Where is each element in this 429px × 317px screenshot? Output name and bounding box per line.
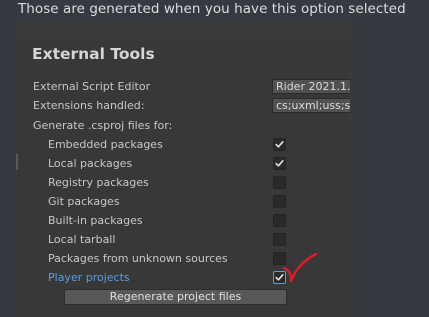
message-caption: Those are generated when you have this o… (18, 1, 406, 17)
checkbox-local-tarball[interactable] (273, 233, 286, 246)
checkbox-local-packages[interactable] (273, 157, 286, 170)
script-editor-dropdown[interactable]: Rider 2021.1.2 (272, 79, 350, 94)
section-title: External Tools (32, 45, 155, 63)
extensions-label: Extensions handled: (33, 99, 145, 112)
option-label-unknown-sources: Packages from unknown sources (48, 252, 228, 265)
regenerate-project-files-button[interactable]: Regenerate project files (64, 289, 287, 305)
checkbox-registry-packages[interactable] (273, 176, 286, 189)
red-arrow-annotation-icon (282, 252, 318, 283)
option-label-registry-packages: Registry packages (48, 176, 149, 189)
option-label-embedded-packages: Embedded packages (48, 138, 163, 151)
checkbox-git-packages[interactable] (273, 195, 286, 208)
option-label-git-packages: Git packages (48, 195, 120, 208)
panel-top-strip (18, 22, 350, 41)
script-editor-label: External Script Editor (33, 80, 151, 93)
option-label-player-projects: Player projects (48, 271, 130, 284)
option-label-local-packages: Local packages (48, 157, 133, 170)
generate-csproj-label: Generate .csproj files for: (33, 119, 173, 132)
extensions-field[interactable]: cs;uxml;uss;sh (272, 98, 350, 113)
checkmark-icon (275, 160, 284, 167)
checkbox-built-in-packages[interactable] (273, 214, 286, 227)
checkmark-icon (275, 141, 284, 148)
checkbox-embedded-packages[interactable] (273, 138, 286, 151)
option-label-built-in-packages: Built-in packages (48, 214, 143, 227)
option-label-local-tarball: Local tarball (48, 233, 116, 246)
